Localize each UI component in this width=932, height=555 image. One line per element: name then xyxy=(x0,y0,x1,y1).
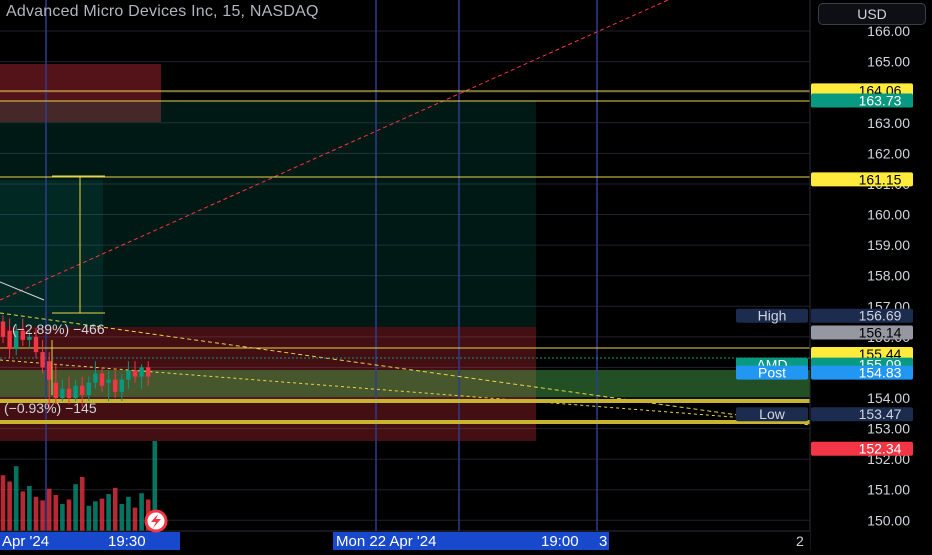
time-label-left: Apr '24 xyxy=(2,533,49,550)
price-tick-label: 160.00 xyxy=(867,207,910,223)
price-tick-label: 153.00 xyxy=(867,421,910,437)
volume-bar xyxy=(93,501,98,531)
price-tag-value: 161.15 xyxy=(859,171,902,187)
symbol-title[interactable]: Advanced Micro Devices Inc, 15, NASDAQ xyxy=(6,3,319,21)
page-number[interactable]: 2 xyxy=(796,533,804,549)
price-tag: 156.14 xyxy=(811,325,913,341)
volume-bar xyxy=(86,505,92,531)
volume-bar xyxy=(7,481,12,531)
price-tick-label: 165.00 xyxy=(867,54,910,70)
volume-bar xyxy=(46,488,52,531)
volume-bar xyxy=(132,507,138,531)
price-tag-label: Post xyxy=(736,365,808,381)
price-tag: 161.15 xyxy=(811,171,913,187)
time-label-right-digit: 3 xyxy=(599,533,607,550)
price-tag-value: 153.47 xyxy=(859,406,902,422)
volume-bar xyxy=(60,504,65,531)
time-label-mid-time: 19:00 xyxy=(541,533,579,550)
price-tag: 163.73 xyxy=(811,92,913,108)
time-label-mid: Mon 22 Apr '24 xyxy=(336,533,436,550)
volume-bar xyxy=(79,477,85,531)
lower-measure-label: (−0.93%) −145 xyxy=(4,400,97,416)
price-tick-label: 154.00 xyxy=(867,390,910,406)
volume-bar xyxy=(99,498,105,531)
upper-measure-label: (−2.89%) −466 xyxy=(12,321,105,337)
time-label-left-time: 19:30 xyxy=(108,533,146,550)
price-tick-label: 159.00 xyxy=(867,237,910,253)
volume-bar xyxy=(13,466,19,531)
price-tag: 156.69 xyxy=(811,308,913,324)
green-left-box xyxy=(0,180,103,327)
price-tag-label-text: Post xyxy=(758,365,786,381)
volume-bar xyxy=(27,486,32,531)
volume-bar xyxy=(119,504,125,531)
volume-bar xyxy=(126,496,131,531)
price-tag: 153.47 xyxy=(811,406,913,422)
price-tag-label-text: High xyxy=(758,308,787,324)
price-tag-value: 156.14 xyxy=(859,325,902,341)
chart-area[interactable]: (−2.89%) −466 (−0.93%) −145 166.00 165.00… xyxy=(0,0,932,550)
price-tag-label: Low xyxy=(736,406,808,422)
price-tick-label: 150.00 xyxy=(867,512,910,528)
price-tick-label: 162.00 xyxy=(867,145,910,161)
price-tag-value: 163.73 xyxy=(859,92,902,108)
volume-bar xyxy=(139,493,144,531)
price-tag: 154.83 xyxy=(811,365,913,381)
volume-bar xyxy=(66,499,72,531)
price-tick-label: 158.00 xyxy=(867,268,910,284)
price-tick-label: 163.00 xyxy=(867,115,910,131)
volume-bar xyxy=(53,495,59,531)
volume-bar xyxy=(0,475,6,531)
volume-bar xyxy=(40,500,45,531)
volume-bar xyxy=(112,487,118,531)
price-tick-label: 166.00 xyxy=(867,23,910,39)
price-tick-label: 151.00 xyxy=(867,482,910,498)
price-tag-value: 156.69 xyxy=(859,308,902,324)
price-tag: 152.34 xyxy=(811,441,913,457)
currency-button[interactable]: USD xyxy=(818,3,926,25)
price-tag-label: High xyxy=(736,308,808,324)
volume-bar xyxy=(106,494,111,531)
volume-bar xyxy=(20,491,26,531)
volume-bar xyxy=(73,484,78,531)
price-tag-label-text: Low xyxy=(759,406,786,422)
price-tag-value: 154.83 xyxy=(859,365,902,381)
lightning-icon[interactable] xyxy=(144,509,168,533)
volume-bar xyxy=(33,496,39,531)
price-tag-value: 152.34 xyxy=(859,441,902,457)
